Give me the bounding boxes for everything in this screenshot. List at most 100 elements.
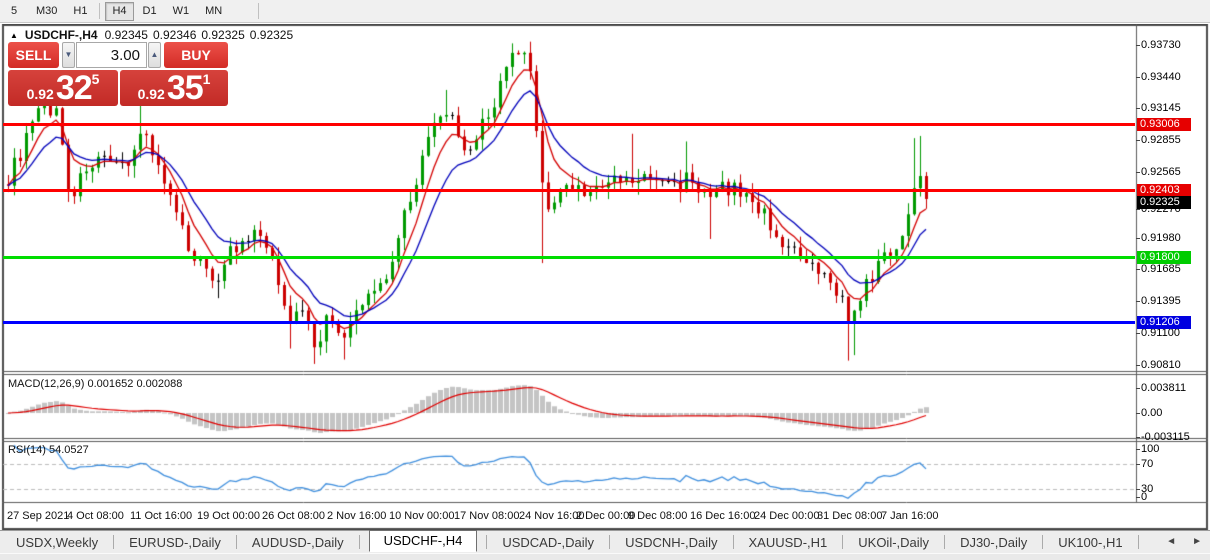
- axis-tick-mark: [1136, 108, 1140, 109]
- timeframe-toolbar: 5 M30 H1 H4 D1 W1 MN: [0, 0, 1210, 23]
- resistance-price-badge: 0.93006: [1137, 118, 1191, 131]
- tab-usdcad-daily[interactable]: USDCAD-,Daily: [496, 533, 600, 552]
- resistance-line-0.92403[interactable]: [3, 189, 1135, 193]
- tab-ukoil-daily[interactable]: UKOil-,Daily: [852, 533, 935, 552]
- tab-separator: [732, 535, 734, 549]
- tab-separator: [944, 535, 946, 549]
- bid-pip-digit: 5: [91, 71, 100, 87]
- sell-button[interactable]: SELL: [8, 42, 59, 68]
- lot-decrease-button[interactable]: ▼: [62, 42, 75, 68]
- lot-size-input[interactable]: [76, 42, 147, 68]
- date-tick-label: 7 Jan 16:00: [881, 510, 939, 522]
- axis-tick-mark: [1136, 449, 1140, 450]
- ask-price-box[interactable]: 0.92 35 1: [120, 70, 228, 106]
- macd-tick-label: 0.003811: [1141, 382, 1187, 394]
- tab-dj30-daily[interactable]: DJ30-,Daily: [954, 533, 1033, 552]
- axis-tick-mark: [1136, 301, 1140, 302]
- support-line-0.91206[interactable]: [3, 320, 1135, 324]
- ask-pip-digit: 1: [202, 71, 211, 87]
- axis-tick-mark: [1136, 388, 1140, 389]
- date-tick-label: 2 Dec 00:00: [576, 510, 636, 522]
- timeframe-button-H1[interactable]: H1: [66, 2, 94, 21]
- tabs-scroll-right-icon[interactable]: ►: [1192, 536, 1202, 547]
- axis-tick-mark: [1136, 333, 1140, 334]
- ohlc-open: 0.92345: [104, 28, 148, 42]
- macd-tick-label: -0.003115: [1141, 431, 1190, 443]
- axis-tick-mark: [1136, 172, 1140, 173]
- one-click-trading-panel: SELL ▼ ▲ BUY 0.92 32 5 0.92 35 1: [8, 42, 228, 106]
- buy-button[interactable]: BUY: [164, 42, 228, 68]
- tab-separator: [842, 535, 844, 549]
- toolbar-separator: [258, 3, 260, 19]
- tab-separator: [235, 535, 237, 549]
- price-tick-label: 0.93440: [1141, 71, 1181, 83]
- chart-window: ▲ USDCHF-,H4 0.92345 0.92346 0.92325 0.9…: [0, 24, 1210, 530]
- axis-tick-mark: [1136, 269, 1140, 270]
- axis-tick-mark: [1136, 140, 1140, 141]
- tab-uk100-h1[interactable]: UK100-,H1: [1052, 533, 1128, 552]
- axis-tick-mark: [1136, 497, 1140, 498]
- date-tick-label: 16 Dec 16:00: [690, 510, 756, 522]
- tabs-scroll-left-icon[interactable]: ◄: [1166, 536, 1176, 547]
- tab-eurusd-daily[interactable]: EURUSD-,Daily: [123, 533, 227, 552]
- date-tick-label: 11 Oct 16:00: [130, 510, 193, 522]
- axis-tick-mark: [1136, 365, 1140, 366]
- tab-separator: [113, 535, 115, 549]
- support-price-badge: 0.91800: [1137, 251, 1191, 264]
- rsi-tick-label: 0: [1141, 491, 1148, 503]
- symbol-timeframe-label: USDCHF-,H4: [24, 28, 98, 42]
- axis-tick-mark: [1136, 464, 1140, 465]
- timeframe-button-H4[interactable]: H4: [105, 1, 134, 21]
- price-tick-label: 0.91685: [1141, 263, 1181, 275]
- tab-audusd-daily[interactable]: AUDUSD-,Daily: [246, 533, 350, 552]
- timeframe-button-D1[interactable]: D1: [136, 2, 164, 21]
- support-line-0.91800[interactable]: [3, 255, 1135, 259]
- axis-tick-mark: [1136, 45, 1140, 46]
- date-tick-label: 4 Oct 08:00: [67, 510, 124, 522]
- resistance-line-0.93006[interactable]: [3, 123, 1135, 127]
- timeframe-button-W1[interactable]: W1: [166, 2, 197, 21]
- axis-tick-mark: [1136, 437, 1140, 438]
- tab-usdchf-h4[interactable]: USDCHF-,H4: [368, 530, 478, 552]
- price-tick-label: 0.93145: [1141, 102, 1181, 114]
- timeframe-button-MN[interactable]: MN: [198, 2, 229, 21]
- price-tick-label: 0.92565: [1141, 166, 1181, 178]
- price-tick-label: 0.91980: [1141, 232, 1181, 244]
- macd-indicator-label: MACD(12,26,9) 0.001652 0.002088: [8, 378, 183, 390]
- axis-tick-mark: [1136, 209, 1140, 210]
- tab-usdcnh-daily[interactable]: USDCNH-,Daily: [619, 533, 723, 552]
- current-price-badge: 0.92325: [1137, 196, 1191, 209]
- tab-xauusd-h1[interactable]: XAUUSD-,H1: [743, 533, 834, 552]
- price-tick-label: 0.90810: [1141, 359, 1181, 371]
- date-tick-label: 10 Nov 00:00: [389, 510, 455, 522]
- date-tick-label: 31 Dec 08:00: [817, 510, 883, 522]
- tab-separator: [486, 535, 488, 549]
- ohlc-high: 0.92346: [152, 28, 197, 42]
- tab-usdx-weekly[interactable]: USDX,Weekly: [10, 533, 104, 552]
- axis-tick-mark: [1136, 413, 1140, 414]
- ask-big-digits: 35: [166, 69, 204, 107]
- bid-price-box[interactable]: 0.92 32 5: [8, 70, 118, 106]
- lot-increase-button[interactable]: ▲: [148, 42, 161, 68]
- rsi-tick-label: 70: [1141, 458, 1154, 470]
- date-tick-label: 2 Nov 16:00: [327, 510, 387, 522]
- timeframe-button-5[interactable]: 5: [1, 2, 27, 21]
- date-tick-label: 27 Sep 2021: [7, 510, 70, 522]
- bid-big-digits: 32: [55, 69, 93, 107]
- axis-tick-mark: [1136, 489, 1140, 490]
- date-tick-label: 26 Oct 08:00: [262, 510, 325, 522]
- rsi-tick-label: 100: [1141, 443, 1160, 455]
- ohlc-low: 0.92325: [201, 28, 245, 42]
- price-tick-label: 0.92855: [1141, 134, 1181, 146]
- time-axis: 27 Sep 2021 4 Oct 08:00 11 Oct 16:00 19 Oct…: [0, 504, 1135, 530]
- tab-separator: [1042, 535, 1044, 549]
- price-tick-label: 0.93730: [1141, 39, 1181, 51]
- axis-tick-mark: [1136, 238, 1140, 239]
- chart-title: ▲ USDCHF-,H4 0.92345 0.92346 0.92325 0.9…: [10, 28, 293, 42]
- collapse-triangle-icon[interactable]: ▲: [10, 31, 18, 40]
- ask-prefix: 0.92: [137, 86, 165, 102]
- timeframe-button-M30[interactable]: M30: [29, 2, 64, 21]
- mt4-terminal: 5 M30 H1 H4 D1 W1 MN ▲ USDCHF-,H4 0.92345 0.92…: [0, 0, 1210, 560]
- macd-tick-label: 0.00: [1141, 407, 1163, 419]
- status-strip: [0, 553, 1210, 560]
